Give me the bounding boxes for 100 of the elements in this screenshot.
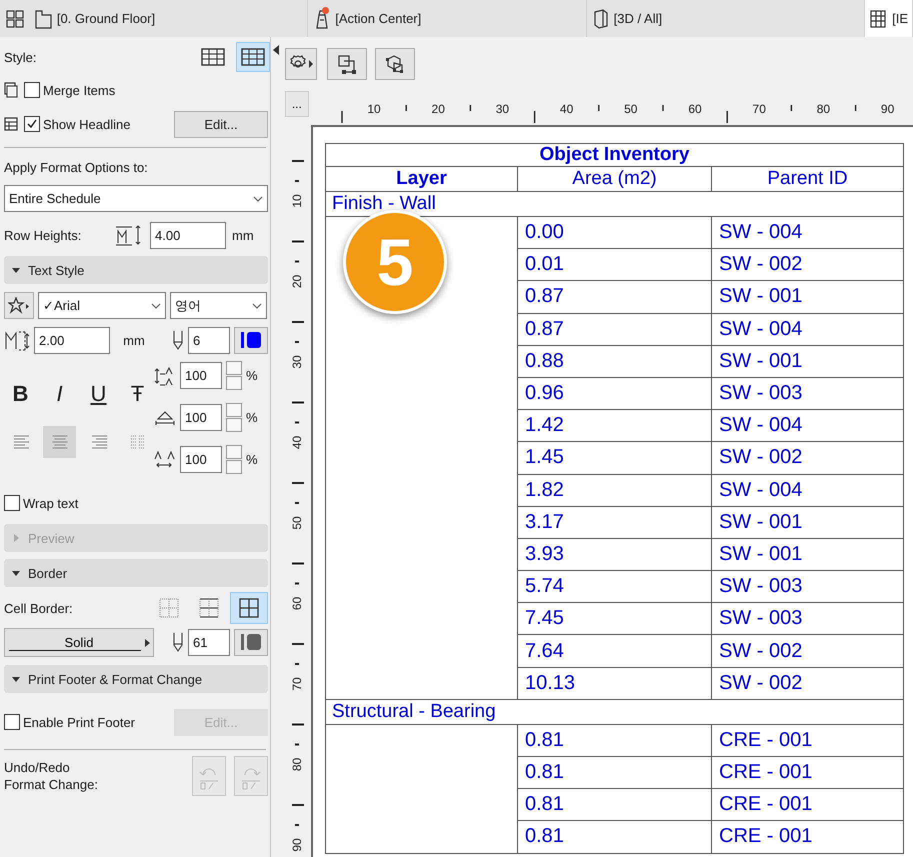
table-cell: 7.64 [518, 635, 712, 668]
align-left-icon [12, 434, 28, 450]
script-dropdown[interactable]: 영어 [170, 292, 267, 319]
unit-label: mm [122, 332, 146, 348]
ruler-label: 40 [290, 436, 304, 450]
table-cell: SW - 002 [712, 249, 904, 282]
ruler-label: 30 [290, 355, 304, 369]
ruler-label: 90 [880, 102, 894, 116]
row-height-field[interactable]: 4.00 [150, 222, 226, 248]
table-cell: 7.45 [518, 603, 712, 636]
table-cell: 0.81 [518, 724, 712, 757]
unit-label: mm [232, 228, 254, 242]
checkbox[interactable]: Enable Print Footer [4, 714, 136, 730]
pen-icon [172, 330, 184, 350]
column-header: Area (m2) [518, 167, 712, 192]
table-cell: 0.01 [518, 249, 712, 282]
ruler-label: 10 [290, 194, 304, 208]
percent-field[interactable]: 100 [180, 362, 222, 389]
schedule-title: Object Inventory [326, 144, 904, 167]
caret-right-icon [145, 638, 150, 646]
caret-right-icon [12, 534, 20, 542]
percent-field[interactable]: 100 [180, 404, 222, 431]
table-cell: SW - 003 [712, 571, 904, 604]
chevron-down-icon [253, 196, 263, 202]
floor-plan-icon [34, 8, 54, 30]
group-label: Structural - Bearing [326, 700, 904, 725]
pen-number-field[interactable]: 6 [188, 326, 230, 354]
horizontal-border-icon [198, 597, 220, 619]
style-option[interactable] [236, 42, 270, 72]
italic-button[interactable]: I [43, 378, 76, 410]
ruler-label: 20 [290, 274, 304, 288]
frame-icon [336, 53, 358, 75]
line-type-button[interactable]: Solid [4, 628, 154, 656]
grid-icon [4, 8, 25, 28]
align-right-icon [90, 434, 106, 450]
table-cell: 1.42 [518, 410, 712, 442]
ruler-label: 40 [560, 102, 573, 116]
favorite-button[interactable] [4, 292, 34, 319]
table-grid-icon [241, 48, 265, 66]
section-header[interactable]: Print Footer & Format Change [4, 665, 268, 693]
stack-icon [4, 82, 18, 98]
pen-number-field[interactable]: 61 [188, 628, 230, 656]
checkbox[interactable]: Wrap text [4, 495, 78, 511]
pen-color-button[interactable] [234, 326, 268, 354]
table-cell: SW - 004 [712, 217, 904, 250]
caret-down-icon [12, 675, 20, 683]
text-size-field[interactable]: 2.00 [34, 326, 110, 354]
ruler-label: 70 [290, 677, 304, 691]
section-header[interactable]: Text Style [4, 256, 268, 284]
style-label: Style: [4, 50, 37, 64]
table-cell: 0.81 [518, 821, 712, 854]
percent-field[interactable]: 100 [180, 446, 222, 473]
more-button[interactable]: ... [285, 91, 309, 117]
spinner[interactable] [226, 361, 242, 390]
column-header: Layer [326, 167, 518, 192]
tab[interactable]: [IE [865, 0, 913, 37]
strikethrough-button[interactable]: Ŧ [121, 378, 154, 410]
spinner[interactable] [226, 445, 242, 474]
ruler-label: 10 [367, 102, 380, 116]
table-cell: 1.82 [518, 474, 712, 507]
spinner[interactable] [226, 403, 242, 432]
cell-border-label: Cell Border: [4, 600, 73, 616]
ruler-label: 50 [624, 102, 638, 116]
checkbox[interactable]: Merge Items [24, 82, 116, 98]
row-heights-label: Row Heights: [4, 228, 82, 242]
checkmark-icon [26, 118, 38, 130]
pen-color-button[interactable] [234, 628, 268, 656]
table-cell: 3.93 [518, 538, 712, 572]
scope-dropdown[interactable]: Entire Schedule [4, 185, 268, 212]
table-cell: SW - 001 [712, 346, 904, 378]
table-cell: SW - 003 [712, 603, 904, 636]
settings-button[interactable] [285, 48, 317, 80]
apply-label: Apply Format Options to: [4, 160, 149, 175]
checkbox[interactable]: Show Headline [24, 116, 130, 132]
table-cell: CRE - 001 [712, 821, 904, 854]
table-cell: SW - 004 [712, 314, 904, 346]
font-dropdown[interactable]: ✓Arial [38, 292, 166, 319]
group-tool-button[interactable] [375, 48, 415, 80]
step-badge: 5 [343, 210, 447, 314]
section-header[interactable]: Border [4, 559, 268, 587]
underline-button[interactable]: U [82, 378, 115, 410]
edit-button[interactable]: Edit... [174, 110, 268, 138]
cube-nodes-icon [384, 53, 406, 75]
border-option[interactable] [230, 592, 268, 624]
table-cell: 0.00 [518, 217, 712, 250]
headline-icon [4, 117, 18, 131]
unit-label: % [246, 410, 258, 425]
table-cell: SW - 001 [712, 281, 904, 314]
all-borders-icon [238, 597, 260, 619]
table-cell: 5.74 [518, 571, 712, 604]
table-cell: 0.87 [518, 281, 712, 314]
align-center-icon [52, 434, 68, 450]
ruler-label: 80 [290, 758, 304, 772]
table-cell: 0.96 [518, 378, 712, 410]
collapse-icon [273, 45, 279, 55]
star-icon [8, 296, 30, 314]
caret-down-icon [12, 569, 20, 577]
frame-tool-button[interactable] [327, 48, 367, 80]
table-cell: 0.87 [518, 314, 712, 346]
bold-button[interactable]: B [4, 378, 37, 410]
